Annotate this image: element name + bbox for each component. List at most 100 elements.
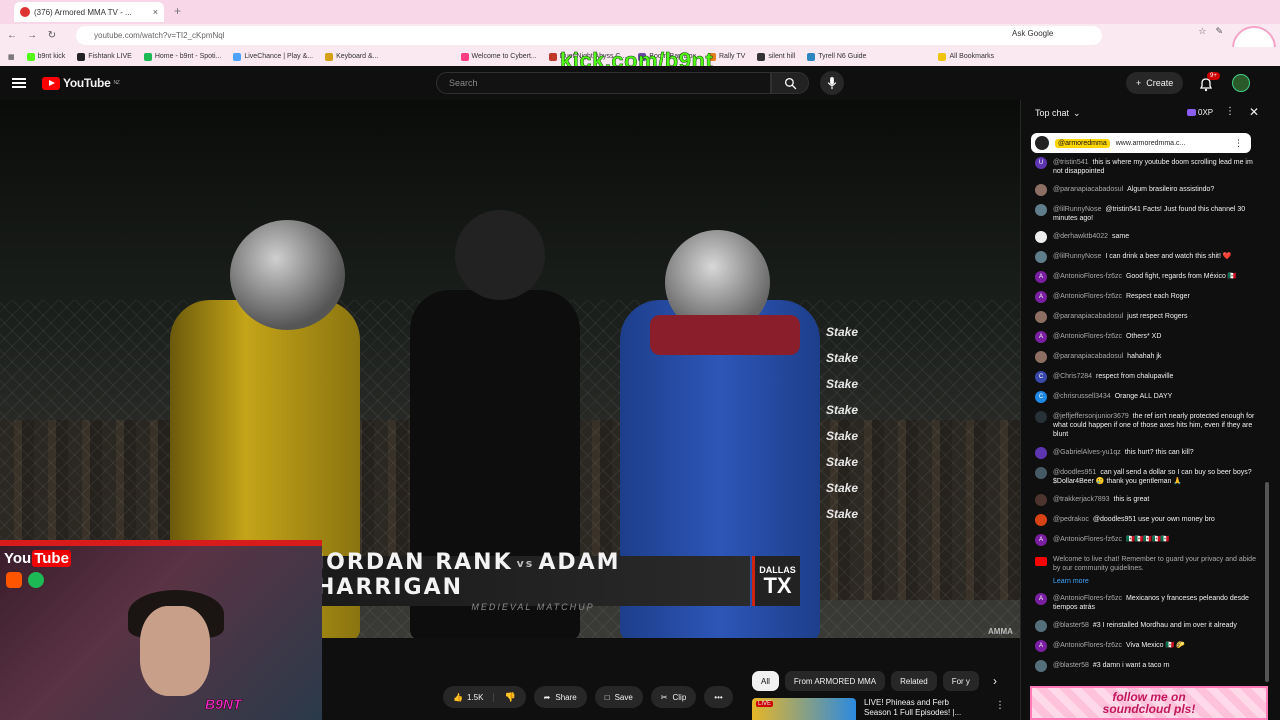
chat-avatar[interactable] (1035, 620, 1047, 632)
chat-avatar[interactable]: A (1035, 331, 1047, 343)
pinned-message[interactable]: @armoredmma www.armoredmma.c... ⋮ (1031, 133, 1251, 153)
chat-message[interactable]: @paranapiacabadosul Algum brasileiro assi… (1021, 184, 1273, 196)
chip-from-channel[interactable]: From ARMORED MMA (784, 671, 886, 691)
pinned-options-icon[interactable]: ⋮ (1234, 138, 1243, 149)
browser-tab[interactable]: (376) Armored MMA TV - ... × (14, 2, 164, 22)
chat-message[interactable]: A @AntonioFlores-fz6zc Others* XD (1021, 331, 1273, 343)
chip-related[interactable]: Related (891, 671, 937, 691)
kebab-menu-icon[interactable]: ⋮ (995, 700, 1005, 711)
chat-message[interactable]: @derhawktb4022 same (1021, 231, 1273, 243)
chat-author[interactable]: @tristin541 (1053, 159, 1089, 166)
like-button[interactable]: 👍 1.5K (443, 692, 495, 702)
bookmark-item[interactable]: Home - b9nt - Spoti... (143, 52, 221, 61)
chat-message[interactable]: @lilRunnyNose @tristin541 Facts! Just fou… (1021, 204, 1273, 223)
save-button[interactable]: □ Save (594, 686, 643, 708)
bookmark-star-icon[interactable]: ☆ (1198, 26, 1206, 37)
chat-author[interactable]: @AntonioFlores-fz6zc (1053, 293, 1122, 300)
chat-scrollbar[interactable] (1264, 132, 1270, 682)
ask-google-button[interactable]: Ask Google (1012, 29, 1053, 38)
chat-scrollbar-thumb[interactable] (1265, 482, 1269, 682)
chat-author[interactable]: @lilRunnyNose (1053, 253, 1101, 260)
clip-button[interactable]: ✂ Clip (650, 686, 697, 708)
chat-mode-dropdown[interactable]: Top chat (1035, 108, 1069, 118)
new-tab-button[interactable]: + (174, 4, 181, 18)
chat-author[interactable]: @paranapiacabadosul (1053, 313, 1123, 320)
extensions-icon[interactable]: ✎ (1215, 26, 1223, 37)
chat-message[interactable]: @paranapiacabadosul hahahah jk (1021, 351, 1273, 363)
close-tab-icon[interactable]: × (153, 7, 158, 17)
bookmark-item[interactable]: Keyboard &... (325, 52, 379, 61)
chat-avatar[interactable] (1035, 311, 1047, 323)
address-bar[interactable]: youtube.com/watch?v=TI2_cKpmNql (76, 26, 1102, 45)
chat-avatar[interactable] (1035, 184, 1047, 196)
chat-message[interactable]: @trakkerjack7893 this is great (1021, 494, 1273, 506)
bookmark-item[interactable]: Rally TV (708, 52, 745, 61)
chat-author[interactable]: @AntonioFlores-fz6zc (1053, 595, 1122, 602)
recommended-title[interactable]: LIVE! Phineas and Ferb Season 1 Full Epi… (864, 698, 964, 720)
chat-avatar[interactable]: A (1035, 291, 1047, 303)
hamburger-menu-icon[interactable] (12, 78, 26, 88)
chat-avatar[interactable] (1035, 411, 1047, 423)
reload-icon[interactable]: ↻ (44, 30, 60, 41)
chat-author[interactable]: @Chris7284 (1053, 373, 1092, 380)
chat-avatar[interactable]: A (1035, 640, 1047, 652)
chat-avatar[interactable] (1035, 231, 1047, 243)
bookmark-item[interactable]: Fishtank LIVE (77, 52, 132, 61)
chat-avatar[interactable] (1035, 660, 1047, 672)
create-button[interactable]: + Create (1126, 72, 1184, 94)
chat-message[interactable]: @blaster58 #3 I reinstalled Mordhau and i… (1021, 620, 1273, 632)
search-button[interactable] (771, 72, 809, 94)
chat-author[interactable]: @lilRunnyNose (1053, 206, 1101, 213)
chat-avatar[interactable] (1035, 351, 1047, 363)
chat-message[interactable]: C @chrisrussell3434 Orange ALL DAYY (1021, 391, 1273, 403)
chat-avatar[interactable] (1035, 447, 1047, 459)
chat-author[interactable]: @AntonioFlores-fz6zc (1053, 536, 1122, 543)
chat-author[interactable]: @chrisrussell3434 (1053, 393, 1111, 400)
chat-author[interactable]: @paranapiacabadosul (1053, 186, 1123, 193)
chip-for-you[interactable]: For y (942, 671, 979, 691)
chat-avatar[interactable]: A (1035, 271, 1047, 283)
bookmark-item[interactable]: b9nt kick (26, 52, 65, 61)
chat-author[interactable]: @paranapiacabadosul (1053, 353, 1123, 360)
chat-author[interactable]: @AntonioFlores-fz6zc (1053, 273, 1122, 280)
chat-avatar[interactable] (1035, 494, 1047, 506)
chat-message[interactable]: @pedrakoc @doodles951 use your own money … (1021, 514, 1273, 526)
chat-author[interactable]: @blaster58 (1053, 622, 1089, 629)
apps-icon[interactable]: ▦ (8, 53, 15, 61)
chat-message[interactable]: A @AntonioFlores-fz6zc 🇲🇽🇲🇽🇲🇽🇲🇽🇲🇽 (1021, 534, 1273, 546)
share-button[interactable]: ➦ Share (533, 686, 587, 708)
bookmark-item[interactable]: Tyrell N6 Guide (807, 52, 866, 61)
chat-author[interactable]: @doodles951 (1053, 469, 1096, 476)
chat-avatar[interactable]: C (1035, 371, 1047, 383)
chat-message[interactable]: A @AntonioFlores-fz6zc Viva Mexico 🇲🇽 🌮 (1021, 640, 1273, 652)
chat-avatar[interactable]: C (1035, 391, 1047, 403)
forward-icon[interactable]: → (24, 30, 40, 41)
chat-avatar[interactable] (1035, 467, 1047, 479)
bookmark-item[interactable]: Welcome to Cybert... (460, 52, 537, 61)
learn-more-link[interactable]: Learn more (1053, 577, 1259, 586)
recommended-video[interactable]: LIVE LIVE! Phineas and Ferb Season 1 Ful… (752, 698, 1012, 720)
chat-message[interactable]: @blaster58 #3 damn i want a taco rn (1021, 660, 1273, 672)
chat-author[interactable]: @trakkerjack7893 (1053, 496, 1110, 503)
chat-message[interactable]: @paranapiacabadosul just respect Rogers (1021, 311, 1273, 323)
chat-author[interactable]: @GabrielAlves-yu1qz (1053, 449, 1121, 456)
recommended-thumbnail[interactable]: LIVE (752, 698, 856, 720)
bookmark-item[interactable]: All Bookmarks (938, 52, 994, 61)
voice-search-button[interactable] (820, 71, 844, 95)
account-avatar[interactable] (1232, 74, 1250, 92)
back-icon[interactable]: ← (4, 30, 20, 41)
chat-avatar[interactable]: A (1035, 534, 1047, 546)
chip-all[interactable]: All (752, 671, 779, 691)
chat-message[interactable]: U @tristin541 this is where my youtube doo… (1021, 157, 1273, 176)
chat-message[interactable]: @lilRunnyNose I can drink a beer and watc… (1021, 251, 1273, 263)
chat-avatar[interactable]: U (1035, 157, 1047, 169)
chat-message[interactable]: C @Chris7284 respect from chalupaville (1021, 371, 1273, 383)
chat-author[interactable]: @jeffjeffersonjunior3679 (1053, 413, 1129, 420)
chat-message[interactable]: A @AntonioFlores-fz6zc Respect each Roger (1021, 291, 1273, 303)
chat-message[interactable]: @doodles951 can yall send a dollar so I c… (1021, 467, 1273, 486)
chat-message[interactable]: A @AntonioFlores-fz6zc Mexicanos y frances… (1021, 593, 1273, 612)
chat-avatar[interactable] (1035, 204, 1047, 216)
search-input[interactable]: Search (436, 72, 771, 94)
dislike-button[interactable]: 👎 (494, 692, 525, 703)
chat-author[interactable]: @AntonioFlores-fz6zc (1053, 333, 1122, 340)
